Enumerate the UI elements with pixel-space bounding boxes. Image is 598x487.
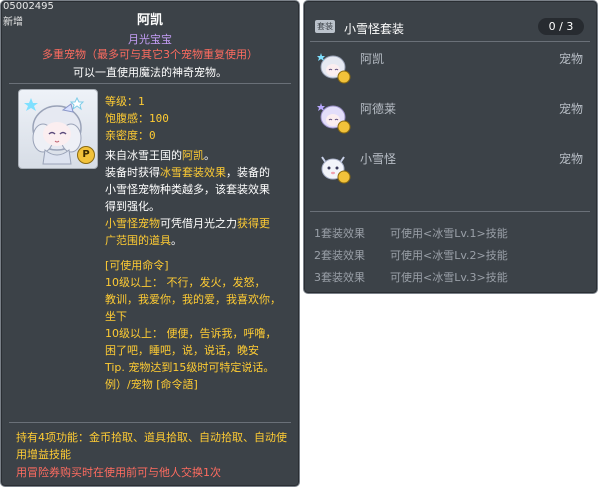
desc-text: 来自冰雪王国的 (105, 149, 182, 162)
item-subtitle: 月光宝宝 (128, 33, 172, 46)
command-header: [可使用命令] (105, 259, 169, 272)
set-item-icon (316, 99, 352, 135)
command-list: [可使用命令] 10级以上： 不行，发火，发怒， 教训，我爱你，我的爱，我喜欢你… (105, 257, 295, 393)
stat-fullness: 饱腹感：100 (105, 112, 169, 125)
set-item-type: 宠物 (558, 152, 583, 166)
command-line: 10级以上： 便便，告诉我，呼噜， (105, 327, 277, 340)
set-effect-label: 2套装效果 (314, 249, 365, 262)
set-item-icon (316, 149, 352, 185)
item-description: 来自冰雪王国的阿凯。 装备时获得冰雪套装效果，装备的 小雪怪宠物种类越多，该套装… (105, 147, 295, 249)
star-icon (24, 98, 38, 111)
star-icon (69, 96, 85, 111)
divider (9, 83, 291, 84)
desc-text: 。 (171, 234, 182, 247)
set-effect-text: 可使用<冰雪Lv.3>技能 (390, 271, 508, 284)
set-effect-panel: 套装 小雪怪套装 0 / 3 阿凯 宠物 阿德莱 宠物 小雪怪 宠物 1套装效果… (303, 0, 598, 294)
set-item-type: 宠物 (558, 52, 583, 66)
coin-badge-icon (337, 170, 351, 184)
command-line: 坐下 (105, 310, 127, 323)
set-item-name: 阿德莱 (360, 102, 397, 116)
set-title: 小雪怪套装 (344, 22, 405, 36)
item-icon-frame: P (18, 89, 98, 169)
set-item-icon (316, 49, 352, 85)
snow-fairy-pet-icon (317, 103, 351, 134)
item-name: 阿凯 (136, 13, 163, 28)
command-line: 10级以上： 不行，发火，发怒， (105, 276, 266, 289)
snow-monster-pet-icon (321, 156, 351, 184)
desc-text: 。 (204, 149, 215, 162)
desc-highlight: 小雪怪宠物 (105, 217, 160, 230)
command-tip: Tip. 宠物达到15级时可特定说话。 (105, 361, 275, 374)
coin-badge-icon (337, 120, 351, 134)
set-count: 0 / 3 (538, 18, 584, 35)
desc-highlight: 阿凯 (182, 149, 204, 162)
set-item-type: 宠物 (558, 102, 583, 116)
desc-text: 可凭借月光之力 (160, 217, 237, 230)
set-badge: 套装 (315, 20, 335, 33)
set-item-name: 阿凯 (360, 52, 385, 66)
divider (310, 41, 590, 42)
pet-functions: 持有4项功能：金币拾取、道具拾取、自动拾取、自动使用增益技能 (16, 431, 287, 461)
item-tooltip-panel: 05002495 新增 阿凯 月光宝宝 多重宠物（最多可与其它3个宠物重复使用）… (0, 0, 300, 487)
stat-level: 等级：1 (105, 95, 145, 108)
multi-pet-note: 多重宠物（最多可与其它3个宠物重复使用） (42, 48, 258, 61)
desc-highlight: 获得更 (237, 217, 270, 230)
divider (9, 422, 291, 423)
desc-text: 小雪怪宠物种类越多，该套装效果 (105, 183, 270, 196)
p-badge-icon: P (77, 146, 95, 164)
desc-text: 得到强化。 (105, 200, 160, 213)
stat-closeness: 亲密度：0 (105, 129, 156, 142)
command-example: 例）/宠物 [命令語] (105, 378, 198, 391)
set-effect-label: 1套装效果 (314, 227, 365, 240)
desc-text: ，装备的 (226, 166, 270, 179)
set-effect-text: 可使用<冰雪Lv.2>技能 (390, 249, 508, 262)
command-line: 教训，我爱你，我的爱，我喜欢你， (105, 293, 281, 306)
divider (310, 211, 590, 212)
set-effect-text: 可使用<冰雪Lv.1>技能 (390, 227, 508, 240)
set-effect-label: 3套装效果 (314, 271, 365, 284)
trade-note: 用冒险券购买时在使用前可与他人交换1次 (16, 466, 221, 479)
coin-badge-icon (337, 70, 351, 84)
command-line: 困了吧，睡吧，说，说话，晚安 (105, 344, 259, 357)
snow-fairy-pet-icon (317, 53, 351, 84)
set-item-name: 小雪怪 (360, 152, 397, 166)
desc-highlight: 广范围的道具 (105, 234, 171, 247)
desc-highlight: 冰雪套装效果 (160, 166, 226, 179)
magic-pet-note: 可以一直使用魔法的神奇宠物。 (73, 66, 227, 79)
desc-text: 装备时获得 (105, 166, 160, 179)
